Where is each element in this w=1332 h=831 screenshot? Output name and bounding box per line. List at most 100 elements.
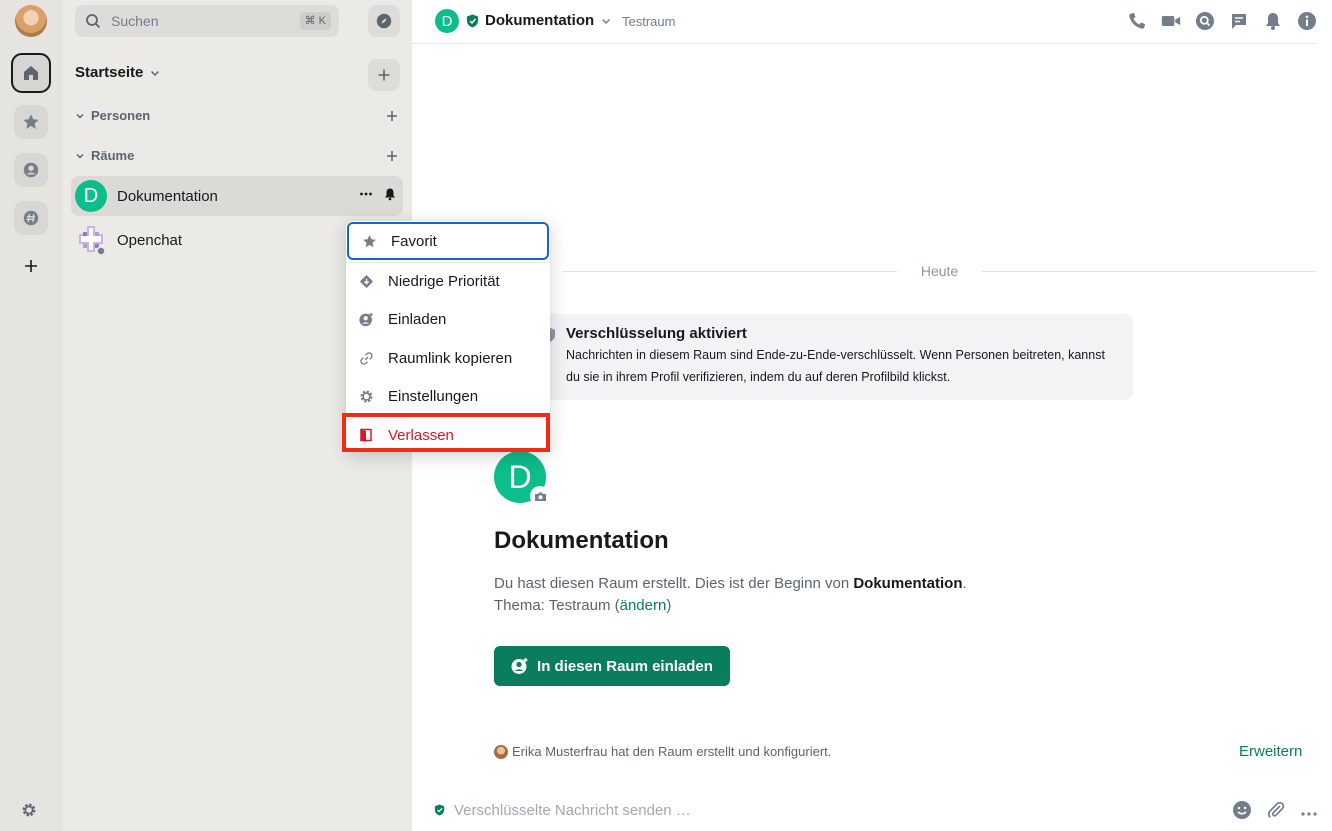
room-avatar bbox=[75, 224, 107, 256]
highlight-annotation-box bbox=[342, 413, 550, 452]
add-room-button[interactable] bbox=[383, 147, 401, 165]
emoji-icon bbox=[1233, 801, 1251, 819]
menu-item-label: Einladen bbox=[388, 310, 447, 328]
home-header[interactable]: Startseite bbox=[75, 64, 161, 81]
date-separator-label: Heute bbox=[920, 263, 959, 279]
video-icon bbox=[1161, 16, 1181, 26]
invite-icon bbox=[358, 312, 373, 326]
message-composer: Verschlüsselte Nachricht senden … bbox=[412, 794, 1332, 831]
section-rooms-header[interactable]: Räume bbox=[75, 148, 134, 163]
room-header-name: Dokumentation bbox=[485, 12, 595, 29]
room-avatar: D bbox=[75, 180, 107, 212]
chevron-down-icon bbox=[151, 70, 160, 76]
invite-button-label: In diesen Raum einladen bbox=[537, 657, 713, 675]
creator-avatar bbox=[494, 744, 508, 759]
invite-icon bbox=[511, 658, 528, 674]
message-input[interactable]: Verschlüsselte Nachricht senden … bbox=[454, 802, 691, 819]
room-item-dokumentation[interactable]: D Dokumentation bbox=[71, 176, 403, 216]
room-name: Openchat bbox=[117, 231, 183, 249]
intro-prefix: Du hast diesen Raum erstellt. Dies ist d… bbox=[494, 575, 854, 592]
more-options-button[interactable] bbox=[1300, 804, 1318, 822]
plus-icon bbox=[378, 69, 390, 81]
menu-item-label: Einstellungen bbox=[388, 387, 479, 405]
threads-icon bbox=[1232, 14, 1246, 29]
link-icon bbox=[359, 351, 373, 365]
verified-shield-icon bbox=[434, 804, 445, 816]
hash-icon bbox=[23, 210, 39, 226]
intro-room-name: Dokumentation bbox=[853, 575, 963, 592]
room-options-button[interactable] bbox=[359, 187, 373, 206]
search-icon bbox=[1196, 12, 1214, 30]
home-icon bbox=[24, 66, 38, 80]
menu-item-copy-link[interactable]: Raumlink kopieren bbox=[346, 339, 550, 377]
add-person-button[interactable] bbox=[383, 107, 401, 125]
notifications-button[interactable] bbox=[1263, 11, 1283, 31]
search-room-button[interactable] bbox=[1195, 11, 1215, 31]
rooms-space-button[interactable] bbox=[14, 201, 48, 235]
menu-item-invite[interactable]: Einladen bbox=[346, 300, 550, 338]
search-button[interactable]: Suchen ⌘ K bbox=[75, 5, 339, 37]
camera-icon bbox=[534, 492, 546, 501]
threads-button[interactable] bbox=[1229, 11, 1249, 31]
star-icon bbox=[362, 234, 376, 247]
change-avatar-button[interactable] bbox=[530, 486, 550, 506]
room-header-avatar[interactable]: D bbox=[435, 9, 459, 33]
voice-call-button[interactable] bbox=[1127, 11, 1147, 31]
add-button[interactable] bbox=[368, 59, 400, 91]
info-icon bbox=[1298, 12, 1316, 30]
home-space-button[interactable] bbox=[11, 53, 51, 93]
room-intro-title: Dokumentation bbox=[494, 527, 669, 554]
menu-item-low-priority[interactable]: Niedrige Priorität bbox=[346, 262, 550, 300]
chevron-down-icon bbox=[76, 113, 84, 119]
creation-summary-text: Erika Musterfrau hat den Raum erstellt u… bbox=[512, 744, 832, 759]
bell-icon bbox=[385, 188, 395, 201]
favourites-space-button[interactable] bbox=[14, 105, 48, 139]
encryption-title: Verschlüsselung aktiviert bbox=[566, 325, 747, 342]
intro-topic-prefix: Thema: Testraum ( bbox=[494, 597, 620, 614]
creation-summary: Erika Musterfrau hat den Raum erstellt u… bbox=[494, 744, 831, 759]
menu-item-settings[interactable]: Einstellungen bbox=[346, 377, 550, 415]
settings-icon bbox=[360, 390, 372, 402]
explore-rooms-button[interactable] bbox=[368, 5, 400, 37]
create-space-button[interactable] bbox=[19, 254, 43, 278]
more-horizontal-icon bbox=[360, 192, 372, 196]
search-icon bbox=[86, 14, 101, 29]
chevron-down-icon bbox=[602, 18, 611, 24]
room-header-name-button[interactable]: Dokumentation bbox=[485, 12, 612, 29]
chevron-down-icon bbox=[76, 153, 84, 159]
user-avatar[interactable] bbox=[15, 5, 47, 37]
more-horizontal-icon bbox=[1301, 811, 1317, 816]
room-intro-text: Du hast diesen Raum erstellt. Dies ist d… bbox=[494, 573, 967, 617]
person-icon bbox=[23, 162, 39, 178]
plus-icon bbox=[25, 260, 37, 272]
room-header-topic[interactable]: Testraum bbox=[622, 14, 675, 29]
encryption-notice: Verschlüsselung aktiviert Nachrichten in… bbox=[530, 314, 1133, 400]
openchat-logo-icon bbox=[79, 226, 106, 256]
space-bar bbox=[0, 0, 63, 831]
room-notification-button[interactable] bbox=[383, 187, 397, 206]
expand-link[interactable]: Erweitern bbox=[1239, 743, 1302, 760]
emoji-button[interactable] bbox=[1232, 800, 1252, 825]
attachment-button[interactable] bbox=[1266, 800, 1286, 825]
quick-settings-button[interactable] bbox=[17, 798, 41, 822]
bell-icon bbox=[1266, 13, 1280, 30]
menu-item-label: Niedrige Priorität bbox=[388, 272, 500, 290]
room-name: Dokumentation bbox=[117, 187, 218, 205]
change-topic-link[interactable]: ändern bbox=[620, 597, 667, 614]
verified-shield-icon bbox=[467, 14, 478, 28]
intro-topic-suffix: ) bbox=[666, 597, 672, 614]
phone-icon bbox=[1129, 13, 1145, 29]
video-call-button[interactable] bbox=[1161, 11, 1181, 31]
section-people-header[interactable]: Personen bbox=[75, 108, 150, 123]
menu-item-favourite[interactable]: Favorit bbox=[347, 222, 549, 260]
room-info-button[interactable] bbox=[1297, 11, 1317, 31]
invite-to-room-button[interactable]: In diesen Raum einladen bbox=[494, 646, 730, 686]
search-label: Suchen bbox=[111, 13, 159, 29]
room-header: D Dokumentation Testraum bbox=[412, 0, 1317, 44]
room-view: D Dokumentation Testraum Heute Verschlüs… bbox=[412, 0, 1332, 831]
search-shortcut: ⌘ K bbox=[299, 12, 331, 30]
plus-icon bbox=[387, 151, 397, 161]
section-label: Räume bbox=[91, 148, 135, 163]
people-space-button[interactable] bbox=[14, 153, 48, 187]
encryption-text: Nachrichten in diesem Raum sind Ende-zu-… bbox=[566, 348, 1105, 384]
